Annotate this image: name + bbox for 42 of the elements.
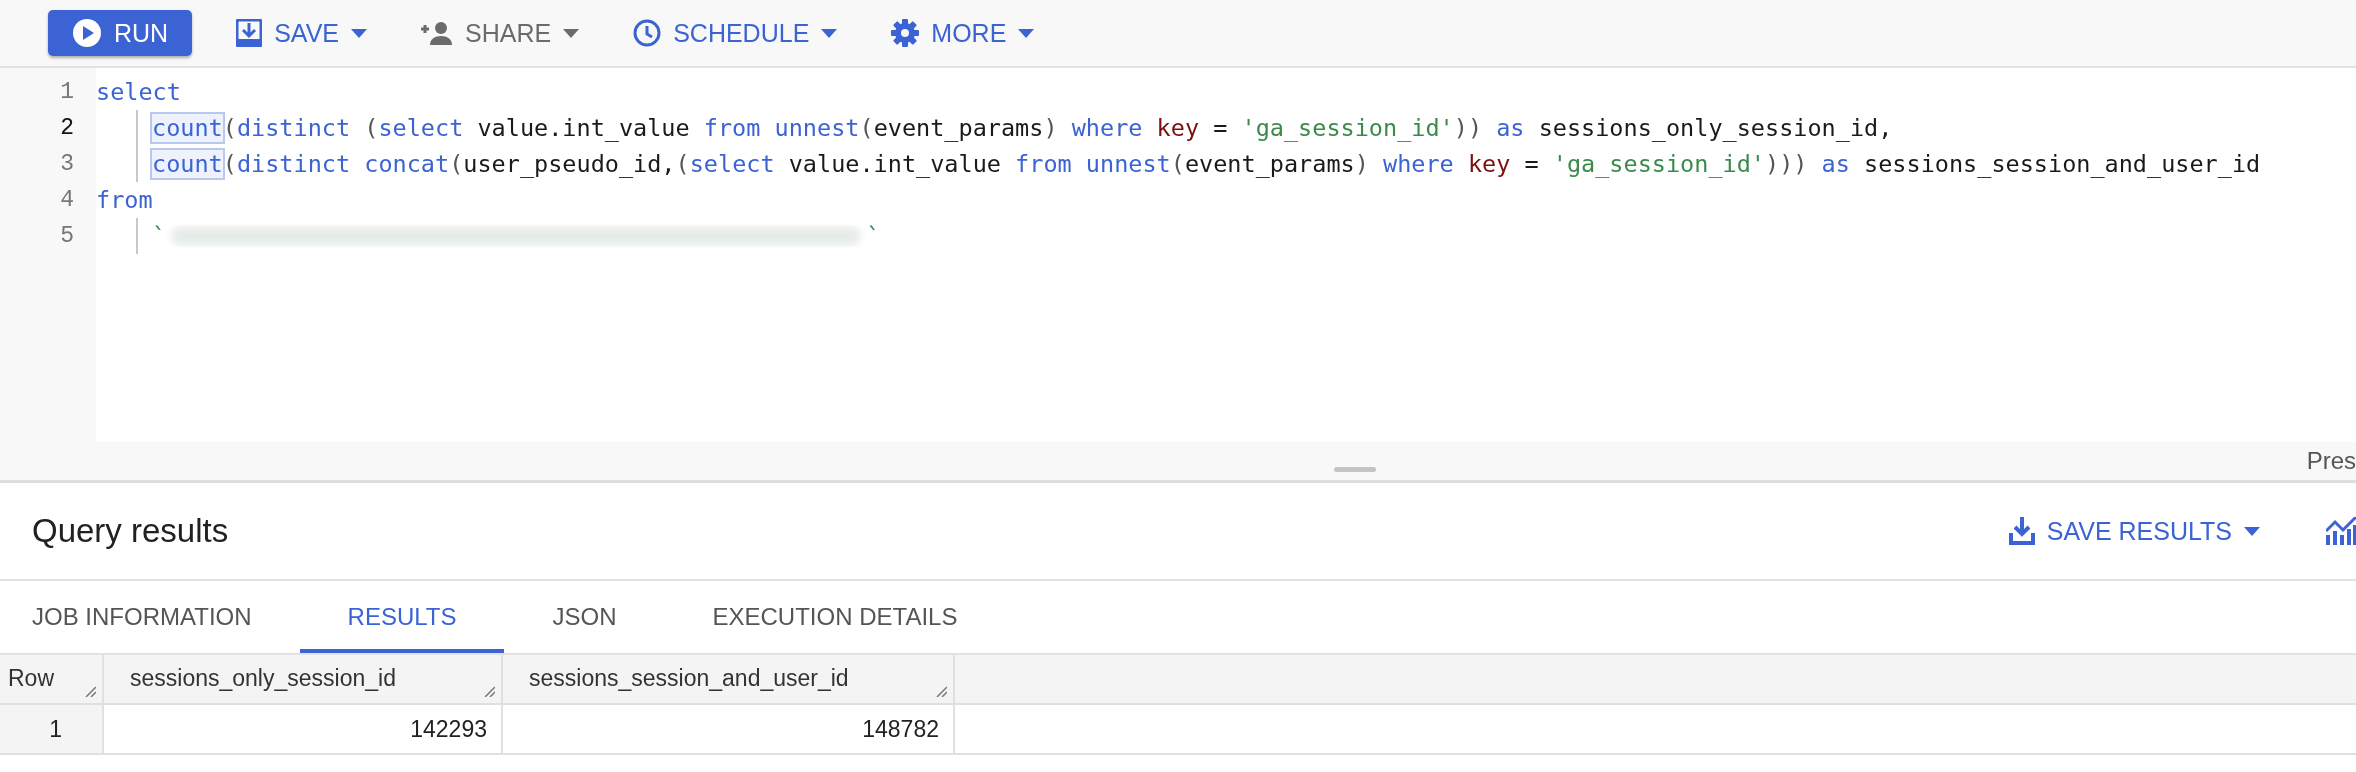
toolbar-button[interactable]: MORE [881, 10, 1045, 56]
toolbar-button[interactable]: SCHEDULE [623, 10, 848, 56]
clock-icon [633, 19, 662, 47]
line-number: 2 [59, 114, 75, 143]
code-line: count(distinct concat(user_pseudo_id,(select value.int_value from unnest(event_params) where key = 'ga_session_id'))) as sessions_session_and_user_id [152, 150, 2261, 178]
add-person-icon [421, 21, 453, 45]
line-number: 1 [59, 78, 75, 107]
line-number: 5 [59, 222, 75, 251]
column-header[interactable]: sessions_only_session_id [104, 655, 503, 705]
run-button[interactable]: RUN [48, 10, 193, 56]
line-number: 4 [59, 186, 75, 215]
tab[interactable]: EXECUTION DETAILS [664, 581, 1006, 653]
table-cell: 142293 [104, 705, 503, 755]
hint-text: Pres [2306, 447, 2356, 475]
save-icon [236, 19, 263, 47]
code-line: select [96, 78, 181, 106]
code-text: ` [152, 222, 167, 250]
panel-title: Query results [32, 512, 229, 550]
caret-icon [563, 28, 580, 38]
download-icon [2008, 517, 2035, 545]
row-number: 1 [0, 705, 104, 755]
chart-icon[interactable] [2326, 517, 2356, 545]
resize-grip-icon[interactable] [483, 685, 495, 697]
column-header[interactable]: Row [0, 655, 104, 705]
column-header[interactable]: sessions_session_and_user_id [503, 655, 955, 705]
toolbar-button[interactable]: SAVE [226, 10, 377, 56]
resize-grip-icon[interactable] [84, 685, 96, 697]
resize-grip-icon[interactable] [935, 685, 947, 697]
caret-icon [351, 28, 367, 38]
play-icon [72, 18, 102, 48]
caret-icon [2244, 526, 2260, 536]
line-number: 3 [59, 150, 75, 179]
tab[interactable]: JSON [504, 581, 665, 653]
code-line: from [96, 186, 153, 214]
code-text: ` [866, 222, 881, 250]
code-line: count(distinct (select value.int_value from unnest(event_params) where key = 'ga_session_id')) as sessions_only_session_id, [152, 114, 1893, 142]
tab[interactable]: JOB INFORMATION [0, 581, 300, 653]
caret-icon [1018, 28, 1035, 38]
caret-icon [821, 28, 838, 38]
resize-handle[interactable] [1334, 467, 1376, 472]
save-results-button[interactable]: SAVE RESULTS [2002, 515, 2266, 547]
table-cell: 148782 [503, 705, 955, 755]
